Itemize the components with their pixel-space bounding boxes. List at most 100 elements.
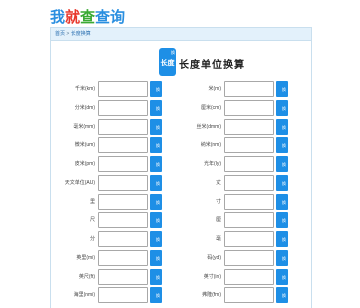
right-unit-row: 厘换 [177,212,289,229]
breadcrumb: 首页 > 长度换算 [51,28,311,41]
unit-label: 天文单位(AU) [64,179,95,186]
unit-value-input[interactable] [224,212,274,229]
unit-value-input[interactable] [98,118,148,135]
breadcrumb-home-link[interactable]: 首页 [55,31,65,37]
unit-value-input[interactable] [224,249,274,266]
unit-value-input[interactable] [98,268,148,285]
unit-label: 丝米(dmm) [196,123,221,130]
unit-value-input[interactable] [224,137,274,154]
right-unit-row: 丝米(dmm) 换 [177,118,289,135]
unit-value-input[interactable] [98,193,148,210]
convert-button[interactable]: 换 [276,249,288,266]
convert-button[interactable]: 换 [276,268,288,285]
convert-button[interactable]: 换 [150,174,162,191]
convert-button[interactable]: 换 [276,99,288,116]
convert-button[interactable]: 换 [276,118,288,135]
convert-button[interactable]: 换 [276,81,288,97]
unit-value-input[interactable] [98,156,148,172]
unit-label: 皮米(pm) [74,161,95,167]
right-unit-row: 弗隆(fm) 换 [177,287,289,304]
unit-label: 厘米(cm) [201,104,221,111]
convert-button[interactable]: 换 [276,231,288,247]
convert-button[interactable]: 换 [276,287,288,304]
convert-button[interactable]: 换 [150,212,162,229]
unit-value-input[interactable] [224,231,274,247]
unit-value-input[interactable] [224,174,274,191]
unit-label: 米(m) [208,86,222,92]
right-unit-row: 纳米(nm) 换 [177,137,289,154]
convert-button[interactable]: 换 [150,193,162,210]
unit-value-input[interactable] [98,249,148,266]
unit-value-input[interactable] [98,287,148,304]
convert-button[interactable]: 换 [150,118,162,135]
converter-panel: 首页 > 长度换算 换 长度 长度单位换算 千米(km) 换分米(dm) 换毫米(m… [50,27,312,308]
unit-value-input[interactable] [224,287,274,304]
unit-value-input[interactable] [98,99,148,116]
page-title: 长度单位换算 [179,60,245,71]
breadcrumb-current[interactable]: 长度换算 [71,31,91,37]
left-unit-row: 千米(km) 换 [51,81,163,97]
unit-label: 尺 [89,217,95,224]
right-unit-row: 英寸(in) 换 [177,268,289,285]
left-unit-row: 里换 [51,193,163,210]
right-unit-row: 丈换 [177,174,289,191]
unit-value-input[interactable] [224,118,274,135]
convert-button[interactable]: 换 [150,137,162,154]
logo-char-4: 查询 [95,8,126,26]
left-unit-row: 海里(nmi) 换 [51,287,163,304]
convert-button[interactable]: 换 [276,193,288,210]
left-unit-row: 分换 [51,231,163,247]
unit-value-input[interactable] [98,212,148,229]
right-unit-row: 寸换 [177,193,289,210]
logo-char-2: 就 [65,8,81,26]
right-unit-row: 厘米(cm) 换 [177,99,289,116]
right-unit-row: 码(yd) 换 [177,249,289,266]
logo-char-3: 查 [80,8,96,26]
left-unit-row: 英里(mi) 换 [51,249,163,266]
right-unit-row: 毫换 [177,231,289,247]
unit-value-input[interactable] [224,193,274,210]
left-unit-row: 毫米(mm) 换 [51,118,163,135]
site-logo[interactable]: 我就查查询 [50,6,125,27]
convert-button[interactable]: 换 [150,231,162,247]
convert-button[interactable]: 换 [150,81,162,97]
unit-value-input[interactable] [98,174,148,191]
convert-button[interactable]: 换 [276,212,288,229]
unit-label: 英尺(ft) [78,273,95,280]
unit-label: 分米(dm) [74,104,95,111]
unit-label: 千米(km) [75,86,95,92]
convert-button[interactable]: 换 [276,156,288,172]
unit-value-input[interactable] [98,231,148,247]
left-unit-row: 皮米(pm) 换 [51,156,163,172]
unit-value-input[interactable] [224,99,274,116]
left-unit-row: 微米(um) 换 [51,137,163,154]
length-app-icon: 换 长度 [159,48,176,76]
unit-label: 毫 [215,236,221,242]
unit-label: 厘 [215,217,221,224]
unit-label: 微米(um) [74,142,95,149]
unit-value-input[interactable] [224,81,274,97]
left-unit-row: 尺换 [51,212,163,229]
unit-label: 纳米(nm) [200,142,221,149]
unit-value-input[interactable] [98,81,148,97]
convert-button[interactable]: 换 [276,137,288,154]
unit-value-input[interactable] [98,137,148,154]
unit-value-input[interactable] [224,268,274,285]
left-unit-row: 分米(dm) 换 [51,99,163,116]
unit-label: 丈 [215,179,221,186]
app-icon-label: 长度 [160,60,175,67]
unit-label: 里 [89,198,95,205]
logo-char-1: 我 [50,8,66,26]
right-unit-row: 光年(ly) 换 [177,156,289,172]
unit-value-input[interactable] [224,156,274,172]
convert-button[interactable]: 换 [150,156,162,172]
left-unit-row: 英尺(ft) 换 [51,268,163,285]
unit-label: 海里(nmi) [73,292,95,299]
unit-label: 码(yd) [207,254,221,261]
convert-button[interactable]: 换 [150,99,162,116]
convert-button[interactable]: 换 [150,268,162,285]
convert-button[interactable]: 换 [276,174,288,191]
convert-button[interactable]: 换 [150,249,162,266]
convert-button[interactable]: 换 [150,287,162,304]
unit-label: 寸 [215,198,221,205]
